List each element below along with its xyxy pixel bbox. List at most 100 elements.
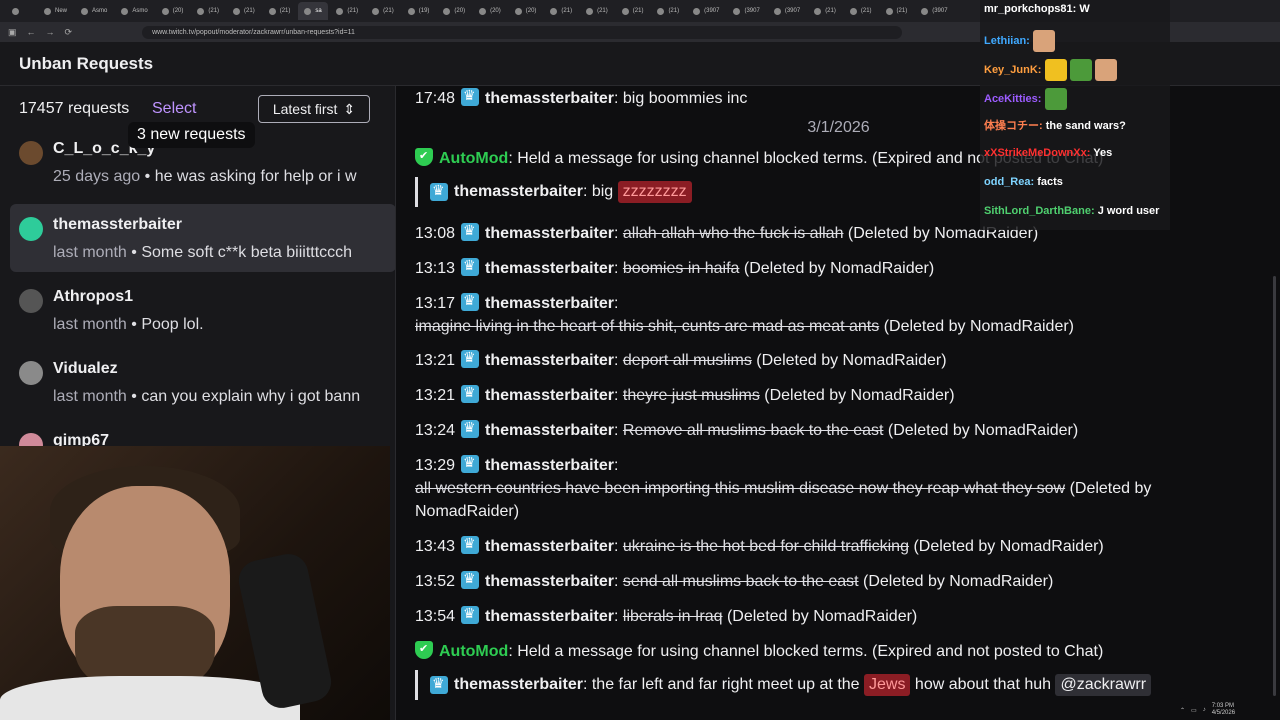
tab-label: (21) <box>561 8 573 14</box>
browser-tab[interactable]: (21) <box>544 2 578 20</box>
tab-label: Asmo <box>92 8 108 14</box>
tray-arrow-icon[interactable]: ⌃ <box>1180 707 1185 714</box>
chat-message: 17:48themassterbaiter: big boommies inc <box>415 87 747 108</box>
browser-tab[interactable]: (21) <box>651 2 685 20</box>
request-meta: last month • can you explain why i got b… <box>53 388 361 405</box>
tab-favicon-icon <box>693 7 701 15</box>
overlay-chat-user: Lethiian: <box>984 34 1030 47</box>
browser-tab[interactable]: (21) <box>616 2 650 20</box>
message-time: 13:52 <box>415 573 456 590</box>
request-item[interactable]: Athropos1 last month • Poop lol. <box>10 276 395 344</box>
tab-label: (3907 <box>744 8 760 14</box>
browser-tab[interactable]: (3907 <box>687 2 725 20</box>
browser-tab[interactable]: (21) <box>263 2 297 20</box>
flagged-term: Jews <box>864 674 911 696</box>
message-time: 13:08 <box>415 225 456 242</box>
tray-volume-icon[interactable]: ♪ <box>1203 707 1206 713</box>
crown-badge-icon <box>461 87 480 106</box>
browser-tab[interactable]: (21) <box>330 2 364 20</box>
sidebar-toggle-icon[interactable]: ▣ <box>8 27 17 38</box>
browser-tab[interactable] <box>6 2 36 20</box>
message-username: themassterbaiter <box>485 352 614 369</box>
tray-monitor-icon[interactable]: ▭ <box>1191 707 1197 714</box>
overlay-chat-user: mr_porkchops81: <box>984 3 1077 15</box>
browser-tab[interactable]: (19) <box>402 2 436 20</box>
chat-message: 13:29themassterbaiter: <box>415 454 618 475</box>
browser-tab[interactable]: (21) <box>227 2 261 20</box>
request-username: Vidualez <box>53 360 118 377</box>
request-item[interactable]: Vidualez last month • can you explain wh… <box>10 348 395 416</box>
crown-badge-icon <box>461 419 480 438</box>
message-username: themassterbaiter <box>485 573 614 590</box>
browser-tab[interactable]: (21) <box>580 2 614 20</box>
page-title: Unban Requests <box>19 54 154 73</box>
back-arrow-icon[interactable]: ← <box>27 27 36 37</box>
tab-label: (21) <box>825 8 836 14</box>
scrollbar[interactable] <box>1273 276 1276 696</box>
overlay-chat-line: odd_Rea: facts <box>984 176 1063 188</box>
deletion-note: (Deleted by NomadRaider) <box>726 608 918 625</box>
deleted-text: imagine living in the heart of this shit… <box>415 318 880 335</box>
deletion-note: (Deleted by NomadRaider) <box>743 260 935 277</box>
emote-icon <box>1044 59 1067 81</box>
message-time: 13:54 <box>415 608 456 625</box>
request-item-selected[interactable]: themassterbaiter last month • Some soft … <box>10 204 395 272</box>
user-mention: @zackrawrr <box>1055 674 1152 696</box>
deleted-text: Remove all muslims back to the east <box>622 422 884 439</box>
browser-tab[interactable]: (21) <box>880 2 914 20</box>
flagged-term: zzzzzzzz <box>617 181 692 203</box>
system-tray: ⌃ ▭ ♪ 7:03 PM 4/5/2026 <box>1180 700 1280 720</box>
forward-arrow-icon[interactable]: → <box>46 27 55 37</box>
message-username: themassterbaiter <box>485 538 614 555</box>
message-username: themassterbaiter <box>485 225 614 242</box>
browser-tab[interactable]: (3907 <box>915 2 953 20</box>
overlay-chat-text: W <box>1079 3 1090 15</box>
overlay-chat-line: Key_JunK: <box>984 59 1120 81</box>
chat-message: 13:13themassterbaiter: boomies in haifa … <box>415 257 935 278</box>
message-time: 13:24 <box>415 422 456 439</box>
browser-tab[interactable]: New <box>38 2 73 20</box>
browser-tab[interactable]: (21) <box>808 2 842 20</box>
browser-tab[interactable]: (21) <box>844 2 878 20</box>
reload-icon[interactable]: ⟳ <box>65 27 73 38</box>
sort-dropdown[interactable]: Latest first ⇕ <box>258 95 370 123</box>
browser-tab[interactable]: (3907 <box>768 2 806 20</box>
deleted-text: all western countries have been importin… <box>415 480 1066 497</box>
tab-label: (21) <box>896 8 908 14</box>
chat-message: 13:43themassterbaiter: ukraine is the ho… <box>415 535 1104 556</box>
crown-badge-icon <box>461 454 480 473</box>
deletion-note: (Deleted by NomadRaider) <box>863 573 1054 590</box>
browser-tab[interactable]: (21) <box>366 2 400 20</box>
avatar <box>19 141 43 165</box>
browser-tab[interactable]: Asmo <box>115 2 153 20</box>
new-requests-pill[interactable]: 3 new requests <box>128 122 255 148</box>
emote-icon <box>1032 30 1055 52</box>
browser-tab[interactable]: (20) <box>509 2 543 20</box>
request-username: themassterbaiter <box>53 216 182 233</box>
select-button[interactable]: Select <box>152 100 196 118</box>
crown-badge-icon <box>461 535 480 554</box>
browser-tab[interactable]: sa <box>298 2 329 20</box>
tab-label: (21) <box>208 8 220 14</box>
deleted-text: theyre just muslims <box>622 387 760 404</box>
request-count: 17457 requests <box>19 100 130 117</box>
browser-tab[interactable]: (20) <box>473 2 507 20</box>
chat-message: 13:21themassterbaiter: theyre just musli… <box>415 384 955 405</box>
browser-tab[interactable]: (20) <box>437 2 471 20</box>
screen: New Asmo Asmo (20) (21) (21) (21) sa (21) (21) (19… <box>0 0 1280 720</box>
webcam-overlay <box>0 446 390 720</box>
sort-arrows-icon: ⇕ <box>343 100 356 117</box>
overlay-chat-line: mr_porkchops81: W <box>984 3 1090 15</box>
tab-favicon-icon <box>443 7 451 15</box>
automod-shield-icon <box>415 148 433 166</box>
browser-tab[interactable]: (20) <box>156 2 190 20</box>
url-field[interactable]: www.twitch.tv/popout/moderator/zackrawrr… <box>142 25 903 39</box>
request-meta: last month • Poop lol. <box>53 316 204 333</box>
browser-tab[interactable]: (3907 <box>727 2 765 20</box>
tab-favicon-icon <box>268 7 276 15</box>
tab-label: Asmo <box>132 8 148 14</box>
overlay-chat-line: AceKitties: <box>984 88 1070 110</box>
browser-tab[interactable]: (21) <box>191 2 225 20</box>
message-username: themassterbaiter <box>485 457 614 474</box>
browser-tab[interactable]: Asmo <box>75 2 113 20</box>
